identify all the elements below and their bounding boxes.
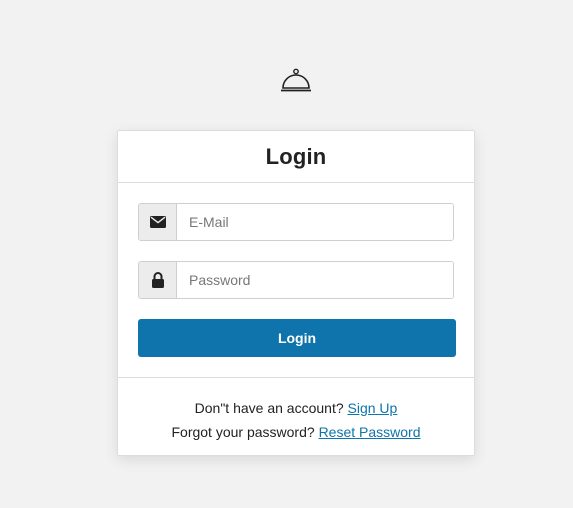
login-page: Login E-Mail Login Don"t have an account… [0,0,573,508]
cloche-icon [281,68,311,92]
signup-line: Don"t have an account? Sign Up [118,396,474,420]
reset-line: Forgot your password? Reset Password [118,420,474,444]
reset-password-link[interactable]: Reset Password [319,424,421,440]
reset-prompt: Forgot your password? [171,424,315,440]
password-addon [139,262,177,298]
email-addon [139,204,177,240]
card-header: Login [118,131,474,183]
email-field[interactable] [177,204,453,240]
card-footer: Don"t have an account? Sign Up Forgot yo… [118,378,474,444]
login-form: Login [118,183,474,378]
password-input-group [138,261,454,299]
lock-icon [151,272,164,288]
email-input-group [138,203,454,241]
page-title: Login [265,143,327,169]
envelope-icon [149,216,166,228]
password-field[interactable] [177,262,453,298]
signup-link[interactable]: Sign Up [348,400,398,416]
login-button[interactable]: Login [138,319,456,357]
login-card: Login E-Mail Login Don"t have an account… [117,130,475,456]
signup-prompt: Don"t have an account? [194,400,344,416]
